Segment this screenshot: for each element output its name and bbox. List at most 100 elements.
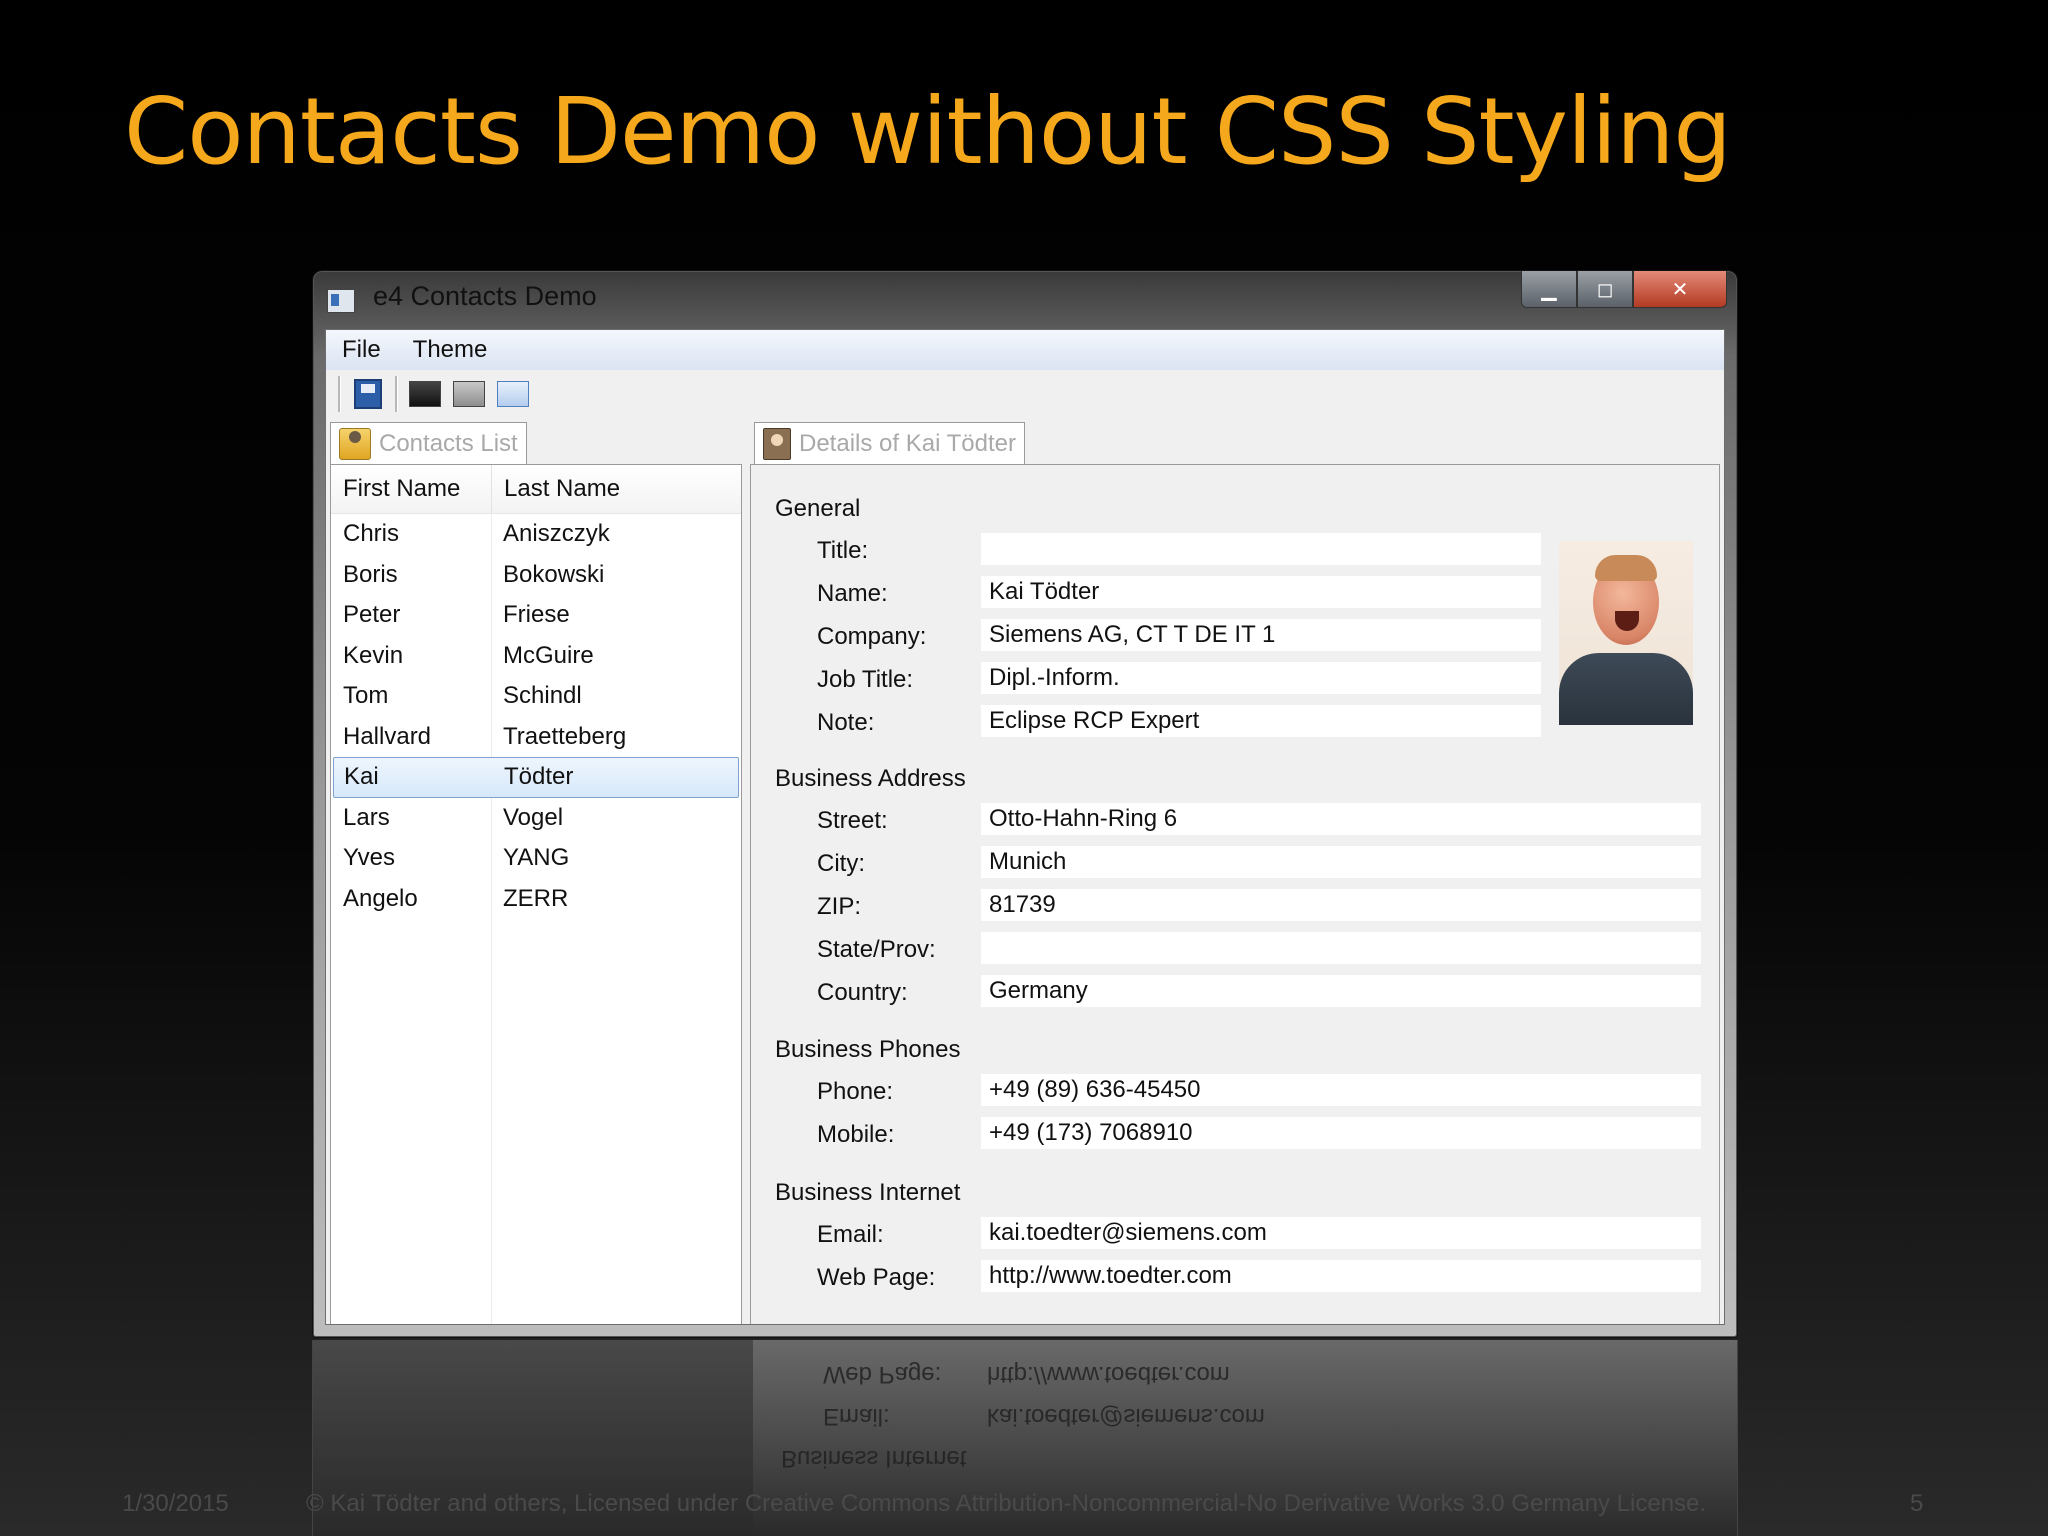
last-name-cell: Schindl xyxy=(503,682,582,710)
field-input[interactable] xyxy=(981,932,1701,964)
reflection-label: Business Internet xyxy=(781,1445,967,1472)
field-input[interactable]: +49 (89) 636-45450 xyxy=(981,1074,1701,1106)
field-label: Email: xyxy=(817,1221,884,1248)
close-button[interactable]: ✕ xyxy=(1633,271,1727,308)
dark-theme-button[interactable] xyxy=(408,378,442,410)
app-window: e4 Contacts Demo ▁ ◻ ✕ File Theme Contac… xyxy=(312,270,1738,1338)
first-name-cell: Kai xyxy=(344,763,379,791)
field-input[interactable]: Kai Tödter xyxy=(981,576,1541,608)
maximize-button[interactable]: ◻ xyxy=(1577,271,1633,308)
table-header: First Name Last Name xyxy=(331,465,741,514)
field-label: Street: xyxy=(817,807,888,834)
save-icon xyxy=(354,379,382,409)
last-name-cell: McGuire xyxy=(503,641,594,669)
app-icon xyxy=(327,289,355,313)
field-label: Name: xyxy=(817,580,888,607)
toolbar xyxy=(326,372,1724,416)
field-input[interactable]: Eclipse RCP Expert xyxy=(981,705,1541,737)
tab-details[interactable]: Details of Kai Tödter xyxy=(754,422,1025,465)
first-name-cell: Boris xyxy=(343,560,398,588)
reflection-label: Email: xyxy=(823,1403,890,1430)
slide-license: © Kai Tödter and others, Licensed under … xyxy=(306,1490,1707,1517)
field-input[interactable] xyxy=(981,533,1541,565)
last-name-cell: YANG xyxy=(503,844,570,872)
contacts-table: First Name Last Name Chris Aniszczyk Boris… xyxy=(330,465,742,1324)
field-input[interactable]: Munich xyxy=(981,846,1701,878)
grey-theme-icon xyxy=(453,381,485,407)
table-row[interactable]: Hallvard Traetteberg xyxy=(333,717,739,758)
field-label: Note: xyxy=(817,709,875,736)
field-label: City: xyxy=(817,850,865,877)
window-controls: ▁ ◻ ✕ xyxy=(1521,271,1727,309)
contact-card-icon xyxy=(763,428,791,460)
save-button[interactable] xyxy=(351,378,385,410)
table-row[interactable]: Lars Vogel xyxy=(333,798,739,839)
contacts-icon xyxy=(339,428,371,460)
field-label: Web Page: xyxy=(817,1264,936,1291)
details-form: General Title: Name: Kai Tödter Company: Siem… xyxy=(750,465,1720,1324)
last-name-cell: Aniszczyk xyxy=(503,520,610,548)
table-row[interactable]: Peter Friese xyxy=(333,595,739,636)
field-input[interactable]: Dipl.-Inform. xyxy=(981,662,1541,694)
field-input[interactable]: +49 (173) 7068910 xyxy=(981,1117,1701,1149)
field-label: ZIP: xyxy=(817,893,862,920)
last-name-cell: Vogel xyxy=(503,803,564,831)
field-label: State/Prov: xyxy=(817,936,936,963)
menu-theme[interactable]: Theme xyxy=(397,336,504,364)
blue-theme-button[interactable] xyxy=(496,378,530,410)
tab-contacts-list[interactable]: Contacts List xyxy=(330,422,527,465)
dark-theme-icon xyxy=(409,381,441,407)
section-label: Business Address xyxy=(775,765,966,792)
table-row[interactable]: Kai Tödter xyxy=(333,757,739,798)
menu-bar: File Theme xyxy=(326,330,1724,370)
slide-date: 1/30/2015 xyxy=(122,1490,229,1517)
table-row[interactable]: Tom Schindl xyxy=(333,676,739,717)
table-row[interactable]: Kevin McGuire xyxy=(333,636,739,677)
tab-label: Contacts List xyxy=(379,430,518,457)
window-client-area: File Theme Contacts List First Name Last… xyxy=(325,329,1725,1325)
field-input[interactable]: 81739 xyxy=(981,889,1701,921)
table-row[interactable]: Chris Aniszczyk xyxy=(333,514,739,555)
last-name-cell: Traetteberg xyxy=(503,722,627,750)
menu-file[interactable]: File xyxy=(326,336,397,364)
first-name-cell: Hallvard xyxy=(343,722,432,750)
field-input[interactable]: http://www.toedter.com xyxy=(981,1260,1701,1292)
field-input[interactable]: Otto-Hahn-Ring 6 xyxy=(981,803,1701,835)
table-row[interactable]: Boris Bokowski xyxy=(333,555,739,596)
details-view: Details of Kai Tödter General Title: Name:… xyxy=(750,422,1720,1324)
table-row[interactable]: Angelo ZERR xyxy=(333,879,739,920)
last-name-cell: Tödter xyxy=(504,763,574,791)
field-label: Phone: xyxy=(817,1078,894,1105)
contacts-list-view: Contacts List First Name Last Name Chris… xyxy=(330,422,742,1324)
contact-photo xyxy=(1559,541,1693,725)
tab-label: Details of Kai Tödter xyxy=(799,430,1016,457)
title-bar[interactable]: e4 Contacts Demo ▁ ◻ ✕ xyxy=(313,271,1737,327)
section-label: Business Internet xyxy=(775,1179,961,1206)
blue-theme-icon xyxy=(497,381,529,407)
field-label: Title: xyxy=(817,537,869,564)
table-row[interactable]: Yves YANG xyxy=(333,838,739,879)
window-title: e4 Contacts Demo xyxy=(373,281,597,311)
first-name-cell: Angelo xyxy=(343,884,418,912)
section-label: Business Phones xyxy=(775,1036,961,1063)
first-name-cell: Peter xyxy=(343,601,401,629)
field-label: Company: xyxy=(817,623,927,650)
first-name-cell: Lars xyxy=(343,803,390,831)
last-name-cell: Friese xyxy=(503,601,570,629)
field-label: Job Title: xyxy=(817,666,914,693)
column-header-first-name[interactable]: First Name xyxy=(331,465,492,513)
minimize-button[interactable]: ▁ xyxy=(1521,271,1577,308)
field-input[interactable]: Siemens AG, CT T DE IT 1 xyxy=(981,619,1541,651)
column-header-last-name[interactable]: Last Name xyxy=(492,465,620,513)
section-label: General xyxy=(775,495,861,522)
reflection-value: kai.toedter@siemens.com xyxy=(987,1403,1265,1430)
field-input[interactable]: Germany xyxy=(981,975,1701,1007)
grey-theme-button[interactable] xyxy=(452,378,486,410)
last-name-cell: ZERR xyxy=(503,884,569,912)
toolbar-separator xyxy=(338,376,341,412)
toolbar-separator xyxy=(395,376,398,412)
reflection-label: Web Page: xyxy=(823,1361,942,1388)
table-rows: Chris Aniszczyk Boris Bokowski Peter Friese Ke… xyxy=(331,514,741,919)
field-input[interactable]: kai.toedter@siemens.com xyxy=(981,1217,1701,1249)
slide-title: Contacts Demo without CSS Styling xyxy=(124,78,1732,185)
